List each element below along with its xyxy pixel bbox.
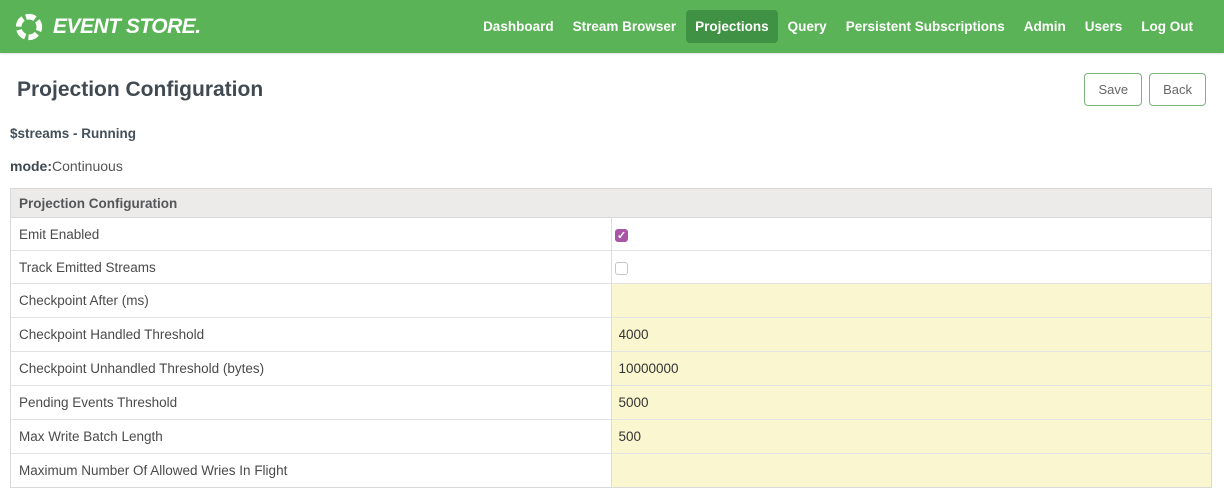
page-title: Projection Configuration xyxy=(17,73,263,102)
back-button[interactable]: Back xyxy=(1149,73,1206,106)
event-store-logo-icon xyxy=(14,12,44,42)
nav-item-dashboard[interactable]: Dashboard xyxy=(474,10,563,43)
brand-text: EVENT STORE. xyxy=(53,15,201,39)
row-label-emit-enabled: Emit Enabled xyxy=(11,218,612,251)
header-buttons: Save Back xyxy=(1084,73,1206,106)
checkpoint-handled-threshold-input[interactable] xyxy=(612,318,1212,351)
row-label-checkpoint-after-ms: Checkpoint After (ms) xyxy=(11,284,612,318)
row-value-cell xyxy=(611,352,1212,386)
table-row: Checkpoint After (ms) xyxy=(11,284,1212,318)
emit-enabled-checkbox[interactable] xyxy=(615,229,628,242)
config-table-body: Emit EnabledTrack Emitted StreamsCheckpo… xyxy=(11,218,1212,488)
checkpoint-unhandled-threshold-bytes-input[interactable] xyxy=(612,352,1212,385)
table-row: Max Write Batch Length xyxy=(11,420,1212,454)
checkpoint-after-ms-input[interactable] xyxy=(612,284,1212,317)
nav-item-persistent-subscriptions[interactable]: Persistent Subscriptions xyxy=(837,10,1014,43)
nav-item-log-out[interactable]: Log Out xyxy=(1132,10,1202,43)
row-label-max-write-batch-length: Max Write Batch Length xyxy=(11,420,612,454)
track-emitted-streams-checkbox[interactable] xyxy=(615,262,628,275)
row-label-checkpoint-unhandled-threshold-bytes: Checkpoint Unhandled Threshold (bytes) xyxy=(11,352,612,386)
table-row: Emit Enabled xyxy=(11,218,1212,251)
projection-config-table: Projection Configuration Emit EnabledTra… xyxy=(10,188,1212,488)
nav-item-admin[interactable]: Admin xyxy=(1015,10,1075,43)
mode-value: Continuous xyxy=(52,158,123,174)
table-row: Checkpoint Unhandled Threshold (bytes) xyxy=(11,352,1212,386)
pending-events-threshold-input[interactable] xyxy=(612,386,1212,419)
mode-label: mode: xyxy=(10,158,52,174)
nav-menu: DashboardStream BrowserProjectionsQueryP… xyxy=(473,10,1202,43)
nav-item-stream-browser[interactable]: Stream Browser xyxy=(564,10,686,43)
maximum-number-of-allowed-wries-in-flight-input[interactable] xyxy=(612,454,1212,487)
row-label-track-emitted-streams: Track Emitted Streams xyxy=(11,251,612,284)
row-value-cell xyxy=(611,284,1212,318)
row-label-maximum-number-of-allowed-wries-in-flight: Maximum Number Of Allowed Wries In Fligh… xyxy=(11,454,612,488)
row-value-cell xyxy=(611,318,1212,352)
row-value-cell xyxy=(611,218,1212,251)
table-row: Maximum Number Of Allowed Wries In Fligh… xyxy=(11,454,1212,488)
page-header: Projection Configuration Save Back xyxy=(0,53,1224,106)
row-value-cell xyxy=(611,386,1212,420)
nav-item-projections[interactable]: Projections xyxy=(686,10,778,43)
projection-mode: mode:Continuous xyxy=(10,158,1224,174)
row-value-cell xyxy=(611,454,1212,488)
row-value-cell xyxy=(611,251,1212,284)
table-row: Checkpoint Handled Threshold xyxy=(11,318,1212,352)
row-label-checkpoint-handled-threshold: Checkpoint Handled Threshold xyxy=(11,318,612,352)
event-store-brand[interactable]: EVENT STORE. xyxy=(14,12,201,42)
nav-item-query[interactable]: Query xyxy=(779,10,836,43)
top-navbar: EVENT STORE. DashboardStream BrowserProj… xyxy=(0,0,1224,53)
table-row: Pending Events Threshold xyxy=(11,386,1212,420)
table-row: Track Emitted Streams xyxy=(11,251,1212,284)
max-write-batch-length-input[interactable] xyxy=(612,420,1212,453)
projection-status: $streams - Running xyxy=(10,126,1224,141)
row-label-pending-events-threshold: Pending Events Threshold xyxy=(11,386,612,420)
save-button[interactable]: Save xyxy=(1084,73,1142,106)
row-value-cell xyxy=(611,420,1212,454)
table-header: Projection Configuration xyxy=(11,189,1212,218)
nav-item-users[interactable]: Users xyxy=(1076,10,1132,43)
